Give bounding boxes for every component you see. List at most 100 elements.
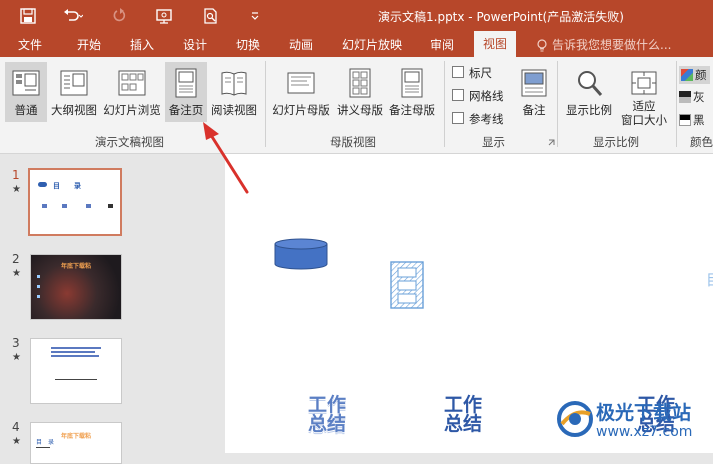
- notes-button[interactable]: 备注: [516, 62, 552, 122]
- wordart-work-summary[interactable]: 工作总结: [437, 396, 489, 434]
- grayscale-swatch-icon: [679, 91, 691, 103]
- cylinder-shape[interactable]: [274, 238, 328, 270]
- checkbox-box[interactable]: [452, 89, 464, 101]
- outline-view-icon: [60, 70, 88, 96]
- tab-home[interactable]: 开始: [77, 36, 101, 53]
- editor-background: [143, 154, 225, 453]
- master-views-group-label: 母版视图: [330, 135, 376, 149]
- ruler-label: 标尺: [469, 66, 492, 80]
- watermark-url: www.xz7.com: [596, 424, 693, 440]
- notes-page-button[interactable]: 备注页: [165, 62, 207, 122]
- wordart-toc-character[interactable]: [387, 258, 427, 310]
- fit-to-window-button[interactable]: 适应 窗口大小: [617, 62, 671, 127]
- black-white-swatch-icon: [679, 114, 691, 126]
- window-title: 演示文稿1.pptx - PowerPoint(产品激活失败): [378, 10, 624, 24]
- slide-sorter-button[interactable]: 幻灯片浏览: [101, 62, 163, 122]
- save-icon[interactable]: [19, 7, 37, 25]
- slide-master-icon: [287, 72, 315, 94]
- tab-transitions[interactable]: 切换: [236, 36, 260, 53]
- lightbulb-icon: [537, 39, 547, 52]
- tab-file[interactable]: 文件: [18, 36, 42, 53]
- magnifier-icon: [578, 71, 603, 96]
- ribbon-view: 普通 大纲视图 幻灯片浏览 备注页 阅读视图 演示文稿视图 幻灯片母版 讲义母版…: [0, 57, 713, 154]
- tab-slideshow[interactable]: 幻灯片放映: [342, 36, 402, 53]
- checkbox-box[interactable]: [452, 112, 464, 124]
- partial-wordart-edge: 目: [706, 269, 713, 290]
- tab-animations[interactable]: 动画: [289, 36, 313, 53]
- reading-view-label: 阅读视图: [211, 103, 257, 117]
- bullet-mini: [37, 285, 40, 288]
- slide-number: 1: [12, 168, 20, 182]
- reading-view-button[interactable]: 阅读视图: [208, 62, 260, 122]
- slide-preview[interactable]: 年底下载粘: [30, 254, 122, 320]
- gridlines-label: 网格线: [469, 89, 504, 103]
- outline-view-button[interactable]: 大纲视图: [48, 62, 100, 122]
- slide-master-label: 幻灯片母版: [272, 103, 330, 117]
- zoom-button[interactable]: 显示比例: [561, 62, 617, 122]
- color-swatch-icon: [681, 69, 693, 81]
- text-line-mini: [36, 447, 50, 448]
- slide-title: 年底下载粘: [61, 433, 92, 440]
- notes-master-label: 备注母版: [389, 103, 435, 117]
- slide-thumbnail-panel[interactable]: 1 ★ 目 录 2 ★ 年底下载粘 3 ★ 4 ★ 年底下载粘 目 录: [0, 154, 143, 464]
- slide-number: 2: [12, 252, 20, 266]
- slide-preview[interactable]: 年底下载粘 目 录: [30, 422, 122, 464]
- grayscale-label: 灰: [693, 90, 705, 104]
- checkbox-box[interactable]: [452, 66, 464, 78]
- notes-master-button[interactable]: 备注母版: [386, 62, 438, 122]
- dialog-launcher-icon[interactable]: [548, 139, 555, 146]
- slide-thumbnail-1[interactable]: 1 ★ 目 录: [0, 168, 143, 238]
- notes-icon: [521, 69, 547, 97]
- slide-preview[interactable]: [30, 338, 122, 404]
- start-from-beginning-icon[interactable]: [155, 7, 173, 25]
- animation-star-icon: ★: [12, 268, 21, 279]
- slide-thumbnail-4[interactable]: 4 ★ 年底下载粘 目 录: [0, 420, 143, 464]
- cylinder-shape-mini: [38, 182, 47, 187]
- notes-master-icon: [401, 68, 423, 98]
- text-line-mini: [51, 351, 95, 353]
- tab-design[interactable]: 设计: [183, 36, 207, 53]
- show-group-label: 显示: [482, 135, 505, 149]
- redo-icon[interactable]: [110, 7, 128, 25]
- slide-thumbnail-3[interactable]: 3 ★: [0, 336, 143, 406]
- slide-preview[interactable]: 目 录: [28, 168, 122, 236]
- guides-label: 参考线: [469, 112, 504, 126]
- handout-master-button[interactable]: 讲义母版: [334, 62, 386, 122]
- undo-icon[interactable]: [61, 7, 83, 25]
- normal-view-icon: [12, 70, 40, 96]
- site-watermark: 极光下载站 www.xz7.com: [552, 396, 710, 446]
- presentation-views-group-label: 演示文稿视图: [95, 135, 164, 149]
- slide-title: 目 录: [53, 182, 81, 190]
- normal-view-button[interactable]: 普通: [5, 62, 47, 122]
- color-option[interactable]: 颜: [679, 66, 710, 84]
- ruler-checkbox[interactable]: 标尺: [452, 65, 492, 81]
- print-preview-icon[interactable]: [202, 7, 220, 25]
- tab-view[interactable]: 视图: [474, 31, 517, 57]
- tab-insert[interactable]: 插入: [130, 36, 154, 53]
- normal-view-label: 普通: [14, 103, 38, 117]
- grayscale-option[interactable]: 灰: [679, 89, 705, 105]
- zoom-group-label: 显示比例: [593, 135, 639, 149]
- reading-view-icon: [221, 71, 247, 96]
- toc-item-mini: [86, 204, 91, 208]
- guides-checkbox[interactable]: 参考线: [452, 111, 504, 127]
- notes-page-label: 备注页: [168, 103, 204, 117]
- slide-master-button[interactable]: 幻灯片母版: [268, 62, 334, 122]
- wordart-work-summary[interactable]: 工作总结: [301, 396, 353, 434]
- tell-me-search[interactable]: 告诉我您想要做什么...: [552, 36, 671, 53]
- toc-item-mini: [108, 204, 113, 208]
- tab-review[interactable]: 审阅: [430, 36, 454, 53]
- outline-view-label: 大纲视图: [51, 103, 97, 117]
- divider-line-mini: [55, 379, 97, 380]
- watermark-brand: 极光下载站: [596, 402, 692, 424]
- gridlines-checkbox[interactable]: 网格线: [452, 88, 504, 104]
- black-white-option[interactable]: 黑: [679, 112, 705, 128]
- color-label: 颜: [695, 68, 707, 82]
- customize-toolbar-icon[interactable]: [250, 7, 260, 25]
- ribbon-separator: [265, 61, 266, 147]
- slide-thumbnail-2[interactable]: 2 ★ 年底下载粘: [0, 252, 143, 322]
- ribbon-separator: [676, 61, 677, 147]
- fit-to-window-icon: [631, 71, 657, 95]
- bullet-mini: [37, 295, 40, 298]
- slide-number: 4: [12, 420, 20, 434]
